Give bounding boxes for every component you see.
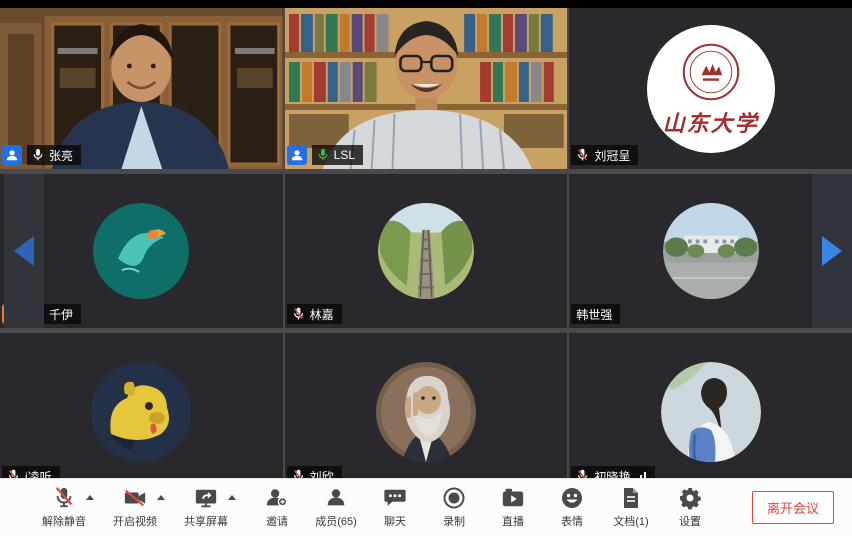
video-tile[interactable]: 韩世强 xyxy=(569,174,852,328)
invite-icon xyxy=(265,486,289,510)
participant-avatar xyxy=(376,362,476,462)
mic-on-icon xyxy=(32,148,44,162)
video-options-caret-icon[interactable] xyxy=(157,495,165,500)
participant-avatar xyxy=(91,362,191,462)
members-icon xyxy=(324,486,348,510)
toolbar-item-label: 表情 xyxy=(561,513,583,529)
participant-badge-icon xyxy=(287,145,307,165)
participant-namebar: 张亮 xyxy=(2,145,81,165)
participant-name: 张亮 xyxy=(49,147,73,164)
toolbar-item-label: 设置 xyxy=(679,513,701,529)
university-logo-text: 山东大学 xyxy=(663,106,759,138)
university-logo: 山东大学 xyxy=(647,25,775,153)
chevron-right-icon xyxy=(822,236,842,266)
settings-gear-icon xyxy=(678,486,702,510)
video-grid-area: 张亮 xyxy=(0,0,852,490)
participant-avatar xyxy=(93,203,189,299)
toolbar-item-label: 邀请 xyxy=(266,513,288,529)
emoji-icon xyxy=(560,486,584,510)
start-video-button[interactable]: 开启视频 xyxy=(113,486,157,529)
invite-button[interactable]: 邀请 xyxy=(255,486,299,529)
video-grid: 张亮 xyxy=(0,8,852,490)
share-screen-button[interactable]: 共享屏幕 xyxy=(184,486,228,529)
video-tile[interactable]: 初晓艳 xyxy=(569,333,852,490)
video-tile[interactable]: 林嘉 xyxy=(285,174,568,328)
university-seal-icon xyxy=(679,40,743,104)
record-button[interactable]: 录制 xyxy=(432,486,476,529)
live-button[interactable]: 直播 xyxy=(491,486,535,529)
participant-namebar: 刘冠呈 xyxy=(571,145,638,165)
participant-name: 韩世强 xyxy=(576,306,612,323)
members-button[interactable]: 成员(65) xyxy=(314,486,358,529)
toolbar-item-label: 录制 xyxy=(443,513,465,529)
participant-name: 林嘉 xyxy=(310,306,334,323)
share-options-caret-icon[interactable] xyxy=(228,495,236,500)
participant-namebar: LSL xyxy=(287,145,363,165)
camera-off-icon xyxy=(123,486,147,510)
mic-muted-icon xyxy=(292,307,305,321)
toolbar-item-label: 解除静音 xyxy=(42,513,86,529)
next-page-arrow[interactable] xyxy=(812,174,852,328)
leave-meeting-button[interactable]: 离开会议 xyxy=(752,491,834,524)
participant-badge-icon xyxy=(2,145,22,165)
docs-button[interactable]: 文档(1) xyxy=(609,486,653,529)
toolbar-item-label: 成员(65) xyxy=(315,513,357,529)
live-icon xyxy=(501,486,525,510)
participant-namebar: 韩世强 xyxy=(571,304,620,324)
toolbar-item-label: 开启视频 xyxy=(113,513,157,529)
participant-namebar: 林嘉 xyxy=(287,304,342,324)
chevron-left-icon xyxy=(14,236,34,266)
participant-avatar xyxy=(661,362,761,462)
chat-button[interactable]: 聊天 xyxy=(373,486,417,529)
mic-options-caret-icon[interactable] xyxy=(86,495,94,500)
video-tile[interactable]: 刘欣 xyxy=(285,333,568,490)
mic-muted-icon xyxy=(576,148,589,162)
toolbar-item-label: 文档(1) xyxy=(613,513,648,529)
toolbar-item-label: 直播 xyxy=(502,513,524,529)
video-tile[interactable]: 张亮 xyxy=(0,8,283,169)
video-tile[interactable]: 山东大学 刘冠呈 xyxy=(569,8,852,169)
participant-name: LSL xyxy=(334,148,355,162)
participant-avatar xyxy=(378,203,474,299)
record-icon xyxy=(442,486,466,510)
docs-icon xyxy=(620,486,642,510)
settings-button[interactable]: 设置 xyxy=(668,486,712,529)
previous-page-arrow[interactable] xyxy=(4,174,44,328)
mic-muted-icon xyxy=(53,486,75,510)
video-tile[interactable]: i凌听 xyxy=(0,333,283,490)
mic-active-icon xyxy=(317,148,329,162)
participant-avatar xyxy=(663,203,759,299)
participant-name: 刘冠呈 xyxy=(594,147,630,164)
chat-icon xyxy=(383,486,407,510)
participant-name: 千伊 xyxy=(49,306,73,323)
video-tile-active-speaker[interactable]: LSL xyxy=(285,8,568,169)
share-screen-icon xyxy=(194,486,218,510)
unmute-button[interactable]: 解除静音 xyxy=(42,486,86,529)
toolbar-item-label: 聊天 xyxy=(384,513,406,529)
meeting-toolbar: 解除静音 开启视频 共享屏幕 邀请 成 xyxy=(0,478,852,536)
meeting-window: 张亮 xyxy=(0,0,852,536)
emoji-button[interactable]: 表情 xyxy=(550,486,594,529)
toolbar-item-label: 共享屏幕 xyxy=(184,513,228,529)
top-black-bar xyxy=(0,0,852,8)
